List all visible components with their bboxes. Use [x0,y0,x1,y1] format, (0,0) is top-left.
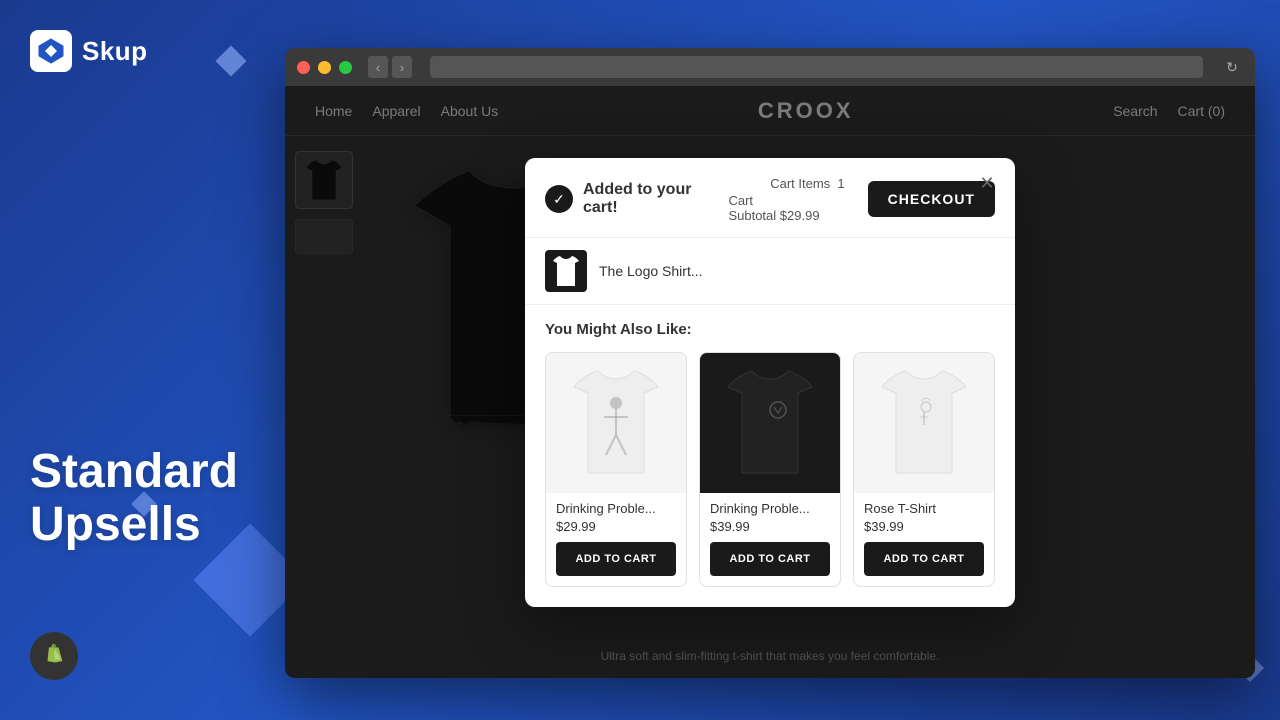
modal-product-thumb [545,250,587,292]
tagline: StandardUpsells [30,446,255,552]
upsell-price-3: $39.99 [864,519,984,534]
browser-nav: ‹ › [368,56,412,78]
upsell-price-1: $29.99 [556,519,676,534]
upsell-img-3 [854,353,994,493]
cart-subtotal: Cart Subtotal $29.99 [728,193,844,223]
upsell-atc-3[interactable]: ADD TO CART [864,542,984,576]
shopify-badge [30,632,78,680]
added-info: ✓ Added to your cart! [545,181,728,217]
skup-logo-icon [30,30,72,72]
traffic-light-yellow[interactable] [318,61,331,74]
address-bar[interactable] [430,56,1203,78]
cart-items-count: Cart Items 1 [770,176,844,191]
close-modal-button[interactable]: ✕ [973,170,1001,198]
modal-product-row: The Logo Shirt... [525,238,1015,305]
back-button[interactable]: ‹ [368,56,388,78]
traffic-light-green[interactable] [339,61,352,74]
upsell-img-2 [700,353,840,493]
logo-area: Skup [30,30,255,72]
refresh-button[interactable]: ↻ [1221,56,1243,78]
added-text: Added to your cart! [583,181,728,217]
cart-summary: Cart Items 1 Cart Subtotal $29.99 [728,176,844,223]
upsell-name-1: Drinking Proble... [556,501,676,516]
website: Home Apparel About Us CROOX Search Cart … [285,86,1255,678]
upsell-name-3: Rose T-Shirt [864,501,984,516]
upsell-info-2: Drinking Proble... $39.99 ADD TO CART [700,493,840,586]
upsell-img-1 [546,353,686,493]
upsell-card-2: Drinking Proble... $39.99 ADD TO CART [699,352,841,587]
skup-logo-text: Skup [82,36,148,67]
upsells-title: You Might Also Like: [545,321,995,338]
upsell-atc-1[interactable]: ADD TO CART [556,542,676,576]
browser-chrome: ‹ › ↻ [285,48,1255,86]
upsell-products: Drinking Proble... $29.99 ADD TO CART [545,352,995,587]
upsell-info-1: Drinking Proble... $29.99 ADD TO CART [546,493,686,586]
left-panel: Skup StandardUpsells [0,0,285,720]
browser-window: ‹ › ↻ Home Apparel About Us CROOX Search… [285,48,1255,678]
modal-header: ✓ Added to your cart! Cart Items 1 Cart … [525,158,1015,238]
modal-overlay: ✓ Added to your cart! Cart Items 1 Cart … [285,86,1255,678]
modal-product-name: The Logo Shirt... [599,263,703,279]
upsell-price-2: $39.99 [710,519,830,534]
upsell-info-3: Rose T-Shirt $39.99 ADD TO CART [854,493,994,586]
upsell-card-1: Drinking Proble... $29.99 ADD TO CART [545,352,687,587]
upsell-name-2: Drinking Proble... [710,501,830,516]
upsell-card-3: Rose T-Shirt $39.99 ADD TO CART [853,352,995,587]
upsells-section: You Might Also Like: [525,305,1015,607]
traffic-light-red[interactable] [297,61,310,74]
cart-modal: ✓ Added to your cart! Cart Items 1 Cart … [525,158,1015,607]
forward-button[interactable]: › [392,56,412,78]
upsell-atc-2[interactable]: ADD TO CART [710,542,830,576]
check-icon: ✓ [545,185,573,213]
